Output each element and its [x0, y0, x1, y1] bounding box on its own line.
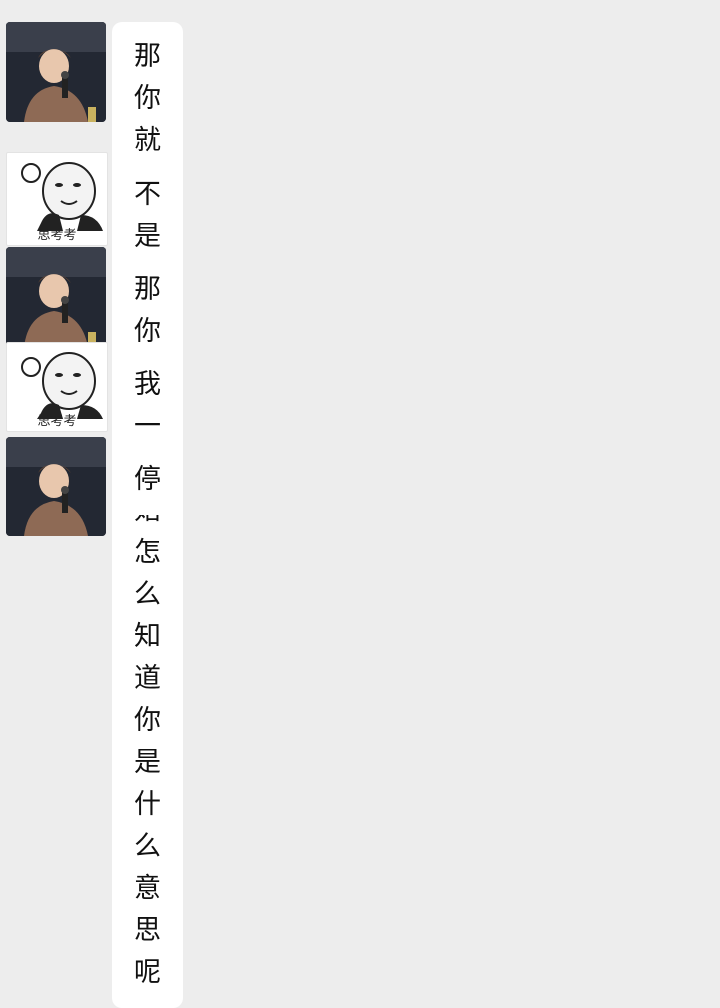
user-photo-avatar[interactable]	[6, 22, 106, 122]
meme-caption: 思考考	[37, 414, 77, 429]
message-bubble[interactable]: 停	[112, 445, 183, 515]
chat-thread: 那你就一开始这样回答我 说一些 有的没得浪费时间 思考考 不是	[0, 0, 720, 1008]
meme-avatar[interactable]: 思考考	[6, 152, 108, 246]
user-photo-avatar[interactable]	[6, 437, 106, 536]
panda-meme-icon	[21, 162, 103, 231]
meme-avatar[interactable]: 思考考	[6, 342, 108, 432]
person-photo-icon	[6, 22, 106, 122]
panda-meme-icon	[21, 352, 103, 419]
person-photo-icon	[6, 247, 106, 347]
meme-caption: 思考考	[37, 228, 77, 243]
person-photo-icon	[6, 437, 106, 536]
user-photo-avatar[interactable]	[6, 247, 106, 347]
